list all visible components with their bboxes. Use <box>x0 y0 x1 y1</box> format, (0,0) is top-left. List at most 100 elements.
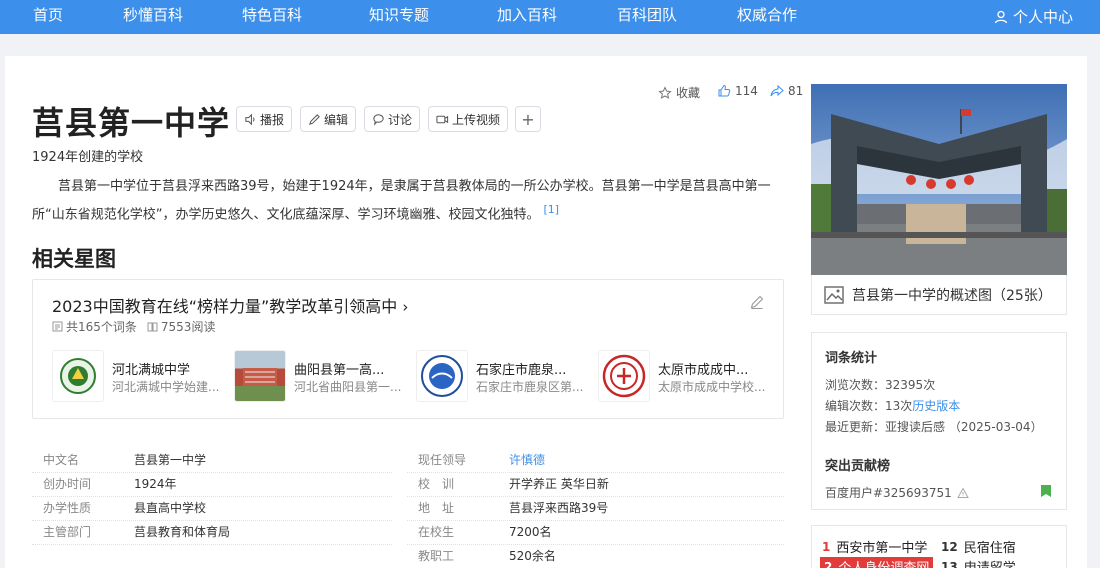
school-gate-photo <box>811 84 1067 275</box>
star-item-name: 曲阳县第一高... <box>294 363 385 378</box>
info-key: 教职工 <box>418 549 455 563</box>
like-count: 114 <box>735 84 758 98</box>
info-value: 520余名 <box>509 549 556 563</box>
hot-item[interactable]: 2 个人身份调查网 <box>820 557 934 568</box>
bookmark-badge-icon <box>1041 485 1051 497</box>
info-row: 创办时间 1924年 <box>32 473 392 497</box>
top-nav: 首页 秒懂百科 特色百科 知识专题 加入百科 百科团队 权威合作 个人中心 <box>0 0 1100 34</box>
nav-featured[interactable]: 特色百科 <box>242 0 302 34</box>
entry-summary: 莒县第一中学位于莒县浮来西路39号，始建于1924年，是隶属于莒县教体局的一所公… <box>32 175 784 226</box>
info-row: 主管部门 莒县教育和体育局 <box>32 521 392 545</box>
info-key: 现任领导 <box>418 453 467 467</box>
school-logo-thumbnail <box>598 350 650 402</box>
star-item[interactable]: 太原市成成中... 太原市成成中学校... <box>598 350 768 406</box>
image-gallery-icon <box>824 285 844 304</box>
upload-video-button[interactable]: 上传视频 <box>428 106 509 132</box>
info-row: 教职工 520余名 <box>407 545 784 568</box>
favorite-button[interactable]: 收藏 <box>658 84 700 101</box>
favorite-label: 收藏 <box>676 86 701 100</box>
info-value: 莒县浮来西路39号 <box>509 501 609 515</box>
related-star-map-heading: 相关星图 <box>32 247 116 271</box>
list-icon <box>52 321 63 332</box>
history-version-link[interactable]: 历史版本 <box>912 399 960 413</box>
hot-rank: 13 <box>941 559 958 568</box>
info-key: 中文名 <box>43 453 80 467</box>
contributor-line[interactable]: 百度用户#325693751 <box>825 484 969 501</box>
info-value: 莒县第一中学 <box>134 453 207 467</box>
hot-rank: 12 <box>941 539 958 554</box>
user-center-label: 个人中心 <box>1012 8 1073 26</box>
hot-item[interactable]: 1 西安市第一中学 <box>822 537 927 557</box>
read-count: 7553阅读 <box>147 318 216 335</box>
star-map-stats: 共165个词条 7553阅读 <box>52 318 215 335</box>
user-icon <box>994 10 1008 24</box>
thumbs-up-icon <box>718 84 731 97</box>
nav-home[interactable]: 首页 <box>33 0 63 34</box>
star-item-desc: 河北省曲阳县第一... <box>294 380 402 394</box>
hot-item[interactable]: 13 申请留学 <box>941 557 1016 568</box>
share-button[interactable]: 81 <box>770 84 803 98</box>
updated-label: 最近更新： <box>825 420 886 434</box>
entry-title: 莒县第一中学 <box>32 104 231 142</box>
share-count: 81 <box>788 84 804 98</box>
hot-rank: 2 <box>824 559 833 568</box>
school-logo-thumbnail <box>52 350 104 402</box>
star-item[interactable]: 曲阳县第一高... 河北省曲阳县第一... <box>234 350 404 406</box>
star-item-desc: 石家庄市鹿泉区第... <box>476 380 584 394</box>
leader-link[interactable]: 许慎德 <box>509 449 545 471</box>
contributor-name: 百度用户#325693751 <box>825 486 952 500</box>
info-value: 1924年 <box>134 477 177 491</box>
edit-button[interactable]: 编辑 <box>300 106 357 132</box>
info-row: 办学性质 县直高中学校 <box>32 497 392 521</box>
summary-photo[interactable] <box>811 84 1067 275</box>
hot-rank: 1 <box>822 539 831 554</box>
info-value: 县直高中学校 <box>134 501 207 515</box>
hot-item[interactable]: 12 民宿住宿 <box>941 537 1016 557</box>
views-label: 浏览次数： <box>825 378 886 392</box>
photo-caption: 莒县第一中学的概述图（25张） <box>852 287 1052 304</box>
entry-subtitle: 1924年创建的学校 <box>32 150 144 165</box>
info-key: 办学性质 <box>43 501 92 515</box>
info-row: 地 址 莒县浮来西路39号 <box>407 497 784 521</box>
edits-value: 13次 <box>885 399 913 413</box>
discuss-label: 讨论 <box>388 112 413 127</box>
add-button[interactable]: + <box>515 106 541 132</box>
nav-team[interactable]: 百科团队 <box>617 0 677 34</box>
info-row: 现任领导 许慎德 <box>407 449 784 473</box>
blue-emblem-icon <box>421 355 463 397</box>
nav-topics[interactable]: 知识专题 <box>369 0 429 34</box>
hot-title: 申请留学 <box>964 557 1016 568</box>
star-item[interactable]: 河北满城中学 河北满城中学始建... <box>52 350 222 406</box>
read-count-text: 7553阅读 <box>160 320 216 334</box>
star-map-title[interactable]: 2023中国教育在线“榜样力量”教学改革引领高中 › <box>52 293 408 317</box>
edits-line: 编辑次数：13次历史版本 <box>825 397 960 414</box>
chevron-right-icon: › <box>402 298 409 316</box>
star-item[interactable]: 石家庄市鹿泉... 石家庄市鹿泉区第... <box>416 350 586 406</box>
entry-count-text: 共165个词条 <box>66 320 137 334</box>
reference-link[interactable]: [1] <box>543 203 559 216</box>
info-value: 莒县教育和体育局 <box>134 525 231 539</box>
updated-value: 亚搜读后感 （2025-03-04） <box>885 420 1043 434</box>
star-map-title-text: 2023中国教育在线“榜样力量”教学改革引领高中 <box>52 297 398 316</box>
info-key: 地 址 <box>418 501 455 515</box>
chat-bubble-icon <box>373 113 384 126</box>
pencil-icon <box>309 113 320 125</box>
updated-line: 最近更新：亚搜读后感 （2025-03-04） <box>825 418 1043 435</box>
user-center-link[interactable]: 个人中心 <box>994 0 1073 34</box>
nav-join[interactable]: 加入百科 <box>497 0 557 34</box>
info-value: 开学养正 英华日新 <box>509 477 609 491</box>
nav-cooperation[interactable]: 权威合作 <box>737 0 797 34</box>
edit-pencil-icon[interactable] <box>749 294 765 310</box>
like-button[interactable]: 114 <box>717 84 758 98</box>
broadcast-button[interactable]: 播报 <box>236 106 293 132</box>
speaker-icon <box>245 113 255 125</box>
nav-miaodong[interactable]: 秒懂百科 <box>123 0 183 34</box>
stats-heading: 词条统计 <box>825 351 878 366</box>
info-row: 校 训 开学养正 英华日新 <box>407 473 784 497</box>
photo-caption-bar[interactable]: 莒县第一中学的概述图（25张） <box>811 275 1067 315</box>
star-map-card[interactable]: 2023中国教育在线“榜样力量”教学改革引领高中 › 共165个词条 7553阅… <box>32 279 784 419</box>
discuss-button[interactable]: 讨论 <box>364 106 421 132</box>
info-key: 校 训 <box>418 477 455 491</box>
info-key: 主管部门 <box>43 525 92 539</box>
edits-label: 编辑次数： <box>825 399 886 413</box>
